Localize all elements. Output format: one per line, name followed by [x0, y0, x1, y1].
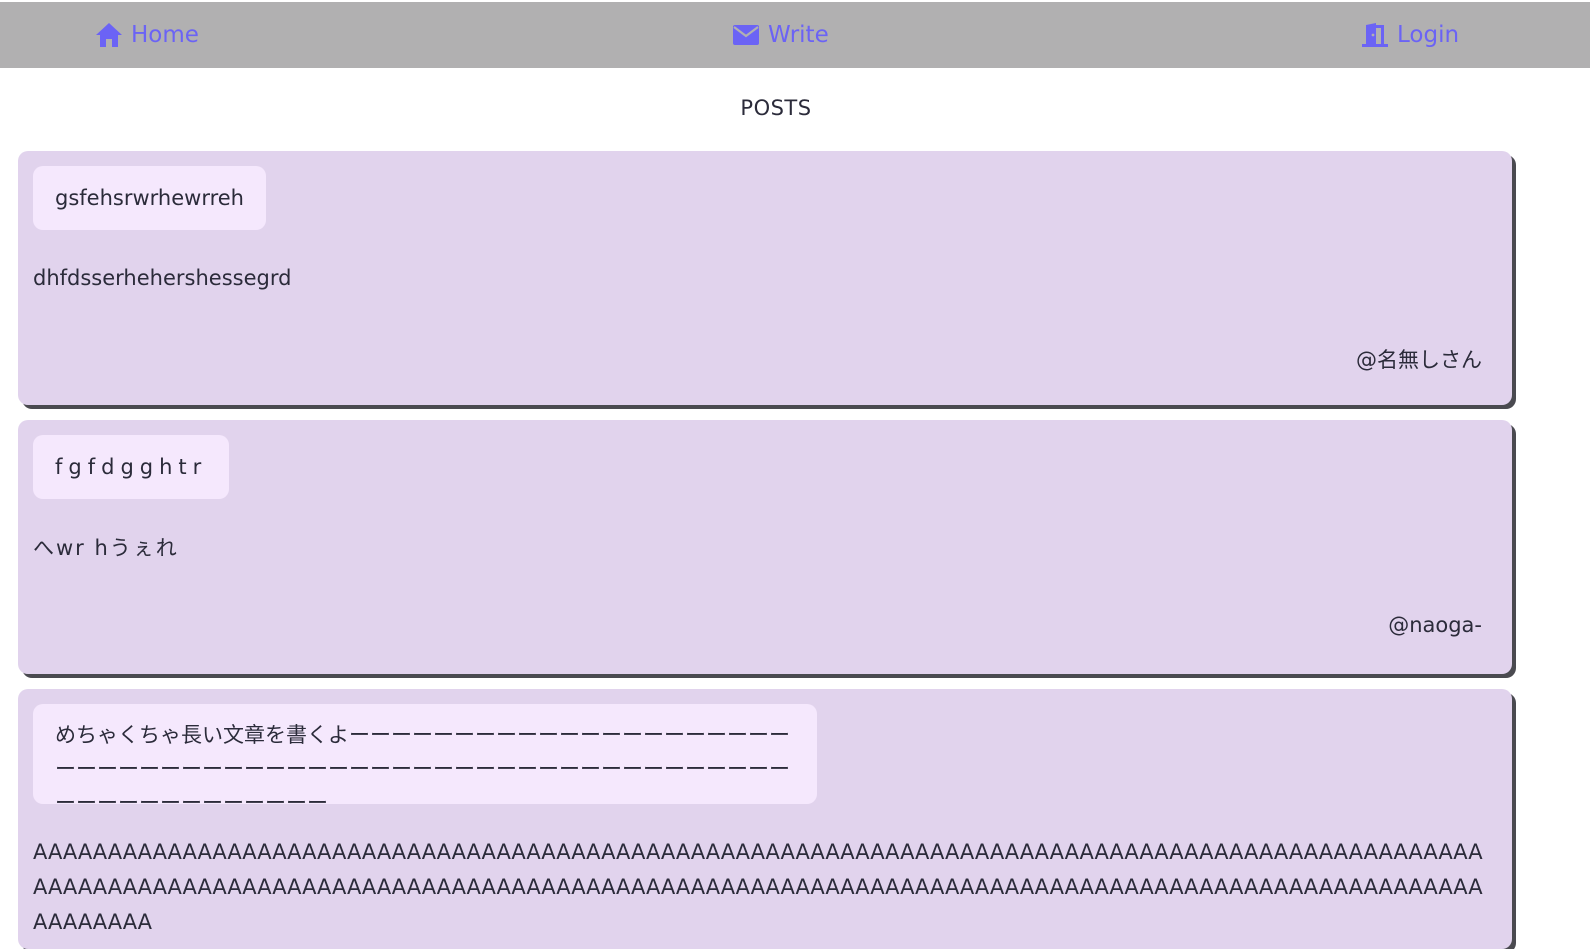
envelope-icon [732, 21, 760, 49]
nav-write-link[interactable]: Write [732, 2, 829, 68]
post-body: AAAAAAAAAAAAAAAAAAAAAAAAAAAAAAAAAAAAAAAA… [33, 840, 1483, 934]
post-body: dhfdsserhehershessegrd [33, 266, 292, 290]
post-card[interactable]: めちゃくちゃ長い文章を書くよーーーーーーーーーーーーーーーーーーーーーーーーーー… [18, 689, 1512, 949]
nav-login-label: Login [1397, 22, 1460, 48]
top-navbar: Home Write Login [0, 2, 1590, 68]
post-author: @名無しさん [1356, 348, 1482, 372]
post-card[interactable]: gsfehsrwrhewrreh dhfdsserhehershessegrd … [18, 151, 1512, 405]
post-author: @naoga- [1388, 613, 1482, 637]
post-body: へwr hうぇれ [33, 536, 179, 560]
page-title: POSTS [740, 96, 812, 120]
door-open-icon [1361, 21, 1389, 49]
nav-login-link[interactable]: Login [1361, 2, 1459, 68]
post-card[interactable]: fgfdgghtr へwr hうぇれ @naoga- [18, 420, 1512, 674]
post-title: めちゃくちゃ長い文章を書くよーーーーーーーーーーーーーーーーーーーーーーーーーー… [33, 704, 817, 815]
post-title: fgfdgghtr [33, 435, 230, 499]
post-title: gsfehsrwrhewrreh [33, 166, 266, 230]
home-icon [95, 21, 123, 49]
nav-write-label: Write [768, 22, 829, 48]
nav-home-link[interactable]: Home [95, 2, 199, 68]
nav-home-label: Home [131, 22, 199, 48]
